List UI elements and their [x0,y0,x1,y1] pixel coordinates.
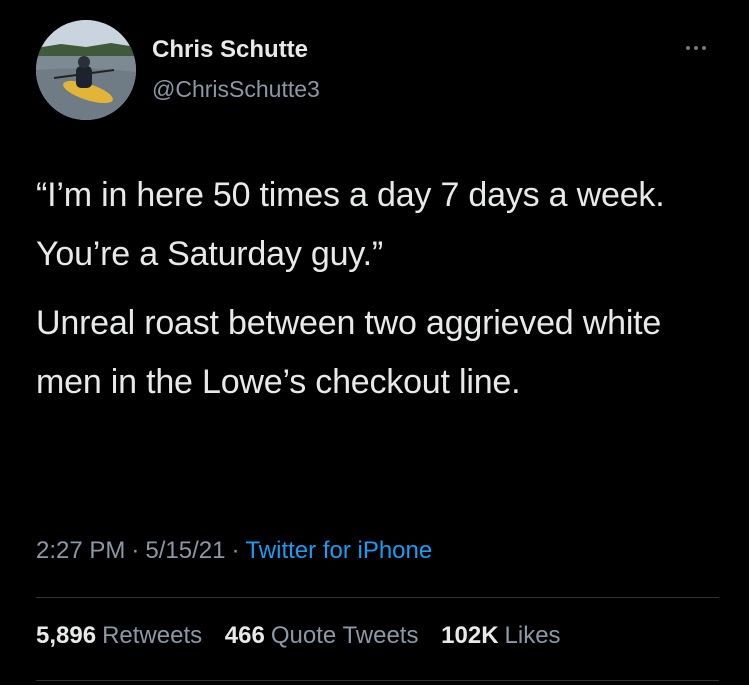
author-name[interactable]: Chris Schutte [152,36,308,64]
kayak-photo-icon [36,20,136,120]
quote-tweets-count: 466 [224,622,265,649]
quote-tweets-stat[interactable]: 466 Quote Tweets [225,622,419,649]
tweet-source-link[interactable]: Twitter for iPhone [245,537,432,564]
likes-count: 102K [441,622,499,649]
quote-tweets-label: Quote Tweets [270,622,419,649]
likes-stat[interactable]: 102K Likes [441,622,560,649]
retweets-label: Retweets [102,622,203,649]
tweet-stats: 5,896 Retweets 466 Quote Tweets 102K Likes [36,622,577,650]
retweets-count: 5,896 [36,622,97,649]
tweet-paragraph: Unreal roast between two aggrieved white… [36,304,662,401]
author-avatar[interactable] [36,20,136,120]
stats-divider-bottom [36,680,719,681]
tweet-text: “I’m in here 50 times a day 7 days a wee… [36,166,726,412]
tweet-time[interactable]: 2:27 PM [36,537,125,564]
stats-divider-top [36,597,719,598]
more-options-button[interactable] [676,36,716,60]
meta-separator: · [131,537,140,564]
author-handle[interactable]: @ChrisSchutte3 [152,76,320,103]
more-dots-icon [684,46,708,50]
tweet-meta: 2:27 PM · 5/15/21 · Twitter for iPhone [36,537,432,565]
retweets-stat[interactable]: 5,896 Retweets [36,622,202,649]
tweet-date[interactable]: 5/15/21 [145,537,225,564]
tweet-paragraph: “I’m in here 50 times a day 7 days a wee… [36,176,665,273]
likes-label: Likes [504,622,561,649]
tweet-card: Chris Schutte @ChrisSchutte3 “I’m in her… [0,0,749,685]
meta-separator: · [231,537,240,564]
